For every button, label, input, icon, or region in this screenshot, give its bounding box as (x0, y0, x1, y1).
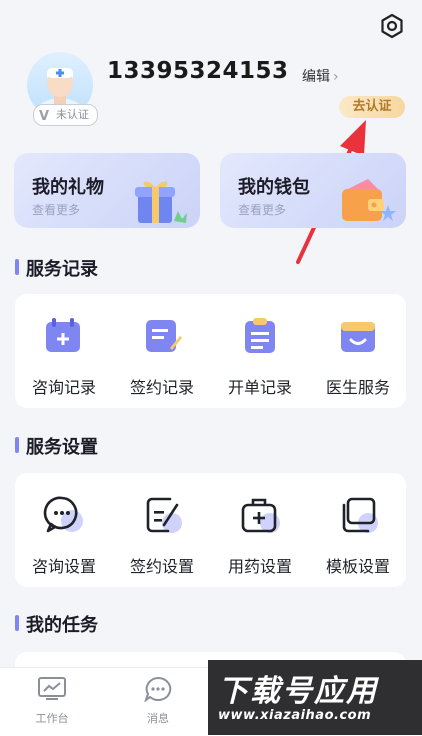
my-wallet-subtitle: 查看更多 (238, 203, 287, 217)
consult-records-label: 咨询记录 (31, 378, 96, 397)
service-records-panel: 咨询记录 签约记录 开单记录 医生服务 (15, 294, 406, 408)
layers-icon (342, 497, 378, 533)
watermark-text: 下载号应用 (218, 674, 378, 709)
contract-records-item[interactable]: 签约记录 (113, 314, 211, 398)
service-settings-heading: 服务设置 (26, 437, 98, 458)
template-settings-item[interactable]: 模板设置 (309, 493, 407, 577)
edit-document-icon (146, 497, 182, 533)
v-mark-icon: V (39, 109, 50, 124)
settings-gear-icon[interactable] (378, 12, 406, 40)
my-gifts-card[interactable]: 我的礼物 查看更多 (14, 153, 200, 228)
template-settings-label: 模板设置 (325, 557, 390, 576)
chat-bubble-icon (43, 496, 83, 533)
unverified-badge: V 未认证 (33, 104, 98, 126)
message-icon (144, 676, 172, 703)
my-wallet-title: 我的钱包 (238, 177, 310, 198)
section-accent-bar (15, 259, 19, 275)
doctor-service-label: 医生服务 (325, 378, 390, 397)
medication-settings-item[interactable]: 用药设置 (211, 493, 309, 577)
nav-messages-label: 消息 (147, 712, 169, 725)
watermark-logo: 下载号应用 www.xiazaihao.com (208, 660, 422, 735)
service-settings-panel: 咨询设置 签约设置 用药设置 模板设置 (15, 473, 406, 587)
calendar-plus-icon (46, 318, 80, 352)
signed-document-icon (146, 320, 182, 352)
order-records-item[interactable]: 开单记录 (211, 314, 309, 398)
verify-button[interactable]: 去认证 (339, 96, 405, 118)
doctor-service-item[interactable]: 医生服务 (309, 314, 407, 398)
chevron-right-icon: › (333, 69, 339, 85)
order-records-label: 开单记录 (227, 378, 292, 397)
clipboard-icon (245, 318, 275, 353)
nav-workbench[interactable]: 工作台 (12, 676, 92, 726)
nav-messages[interactable]: 消息 (118, 676, 198, 726)
unverified-badge-label: 未认证 (56, 108, 89, 121)
medication-settings-label: 用药设置 (227, 557, 292, 576)
consult-settings-label: 咨询设置 (31, 557, 96, 576)
medicine-kit-icon (241, 498, 280, 533)
consult-records-item[interactable]: 咨询记录 (15, 314, 113, 398)
my-gifts-title: 我的礼物 (32, 177, 104, 198)
my-tasks-heading: 我的任务 (26, 615, 98, 636)
contract-settings-label: 签约设置 (129, 557, 194, 576)
nav-workbench-label: 工作台 (35, 712, 69, 725)
edit-profile-link[interactable]: 编辑 › (302, 66, 339, 86)
gift-box-icon (135, 181, 187, 223)
consult-settings-item[interactable]: 咨询设置 (15, 493, 113, 577)
section-accent-bar (15, 615, 19, 631)
contract-records-label: 签约记录 (129, 378, 194, 397)
contract-settings-item[interactable]: 签约设置 (113, 493, 211, 577)
edit-label: 编辑 (302, 69, 330, 85)
my-gifts-subtitle: 查看更多 (32, 203, 81, 217)
my-wallet-card[interactable]: 我的钱包 查看更多 (220, 153, 406, 228)
phone-number: 13395324153 (107, 58, 289, 84)
section-accent-bar (15, 437, 19, 453)
smile-box-icon (341, 322, 375, 352)
wallet-icon (342, 179, 396, 221)
dashboard-icon (38, 677, 66, 700)
service-records-heading: 服务记录 (26, 259, 98, 280)
watermark-url: www.xiazaihao.com (218, 708, 372, 723)
